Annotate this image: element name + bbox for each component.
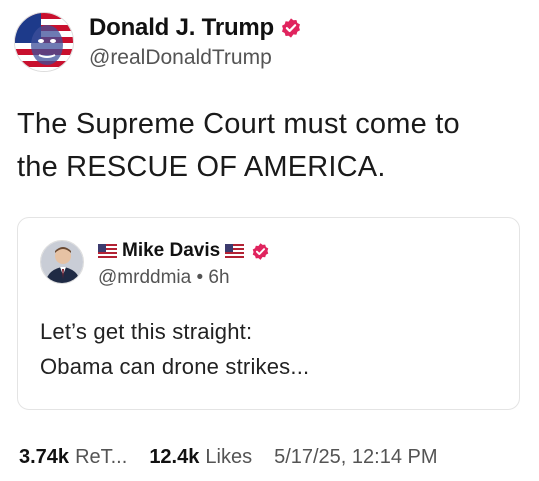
verified-badge-icon xyxy=(280,17,302,39)
post-timestamp[interactable]: 5/17/25, 12:14 PM xyxy=(274,446,437,469)
post-stats: 3.74k ReT... 12.4k Likes 5/17/25, 12:14 … xyxy=(19,446,438,469)
quoted-post-time[interactable]: 6h xyxy=(208,267,229,288)
meta-separator: • xyxy=(196,267,204,288)
user-avatar xyxy=(15,13,73,71)
quoted-text-line: Obama can drone strikes... xyxy=(40,354,310,379)
author-info: Donald J. Trump @realDonaldTrump xyxy=(89,14,302,70)
post-header: Donald J. Trump @realDonaldTrump xyxy=(14,12,302,72)
author-name-row: Donald J. Trump xyxy=(89,14,302,42)
likes-label[interactable]: Likes xyxy=(205,446,252,469)
quoted-author-display-name[interactable]: Mike Davis xyxy=(122,240,220,262)
user-avatar xyxy=(41,241,83,283)
quoted-author-info: Mike Davis @mrddmia • 6h xyxy=(98,240,270,289)
avatar[interactable] xyxy=(14,12,74,72)
post-body: The Supreme Court must come to the RESCU… xyxy=(17,103,522,189)
quoted-post-card[interactable]: Mike Davis @mrddmia • 6h Let’s get this … xyxy=(17,217,520,410)
quoted-post-body: Let’s get this straight: Obama can drone… xyxy=(40,314,309,384)
post-text-line: the RESCUE OF AMERICA. xyxy=(17,151,386,183)
quoted-post-meta: @mrddmia • 6h xyxy=(98,267,270,289)
avatar[interactable] xyxy=(40,240,84,284)
verified-badge-icon xyxy=(251,242,270,261)
quoted-author-handle[interactable]: @mrddmia xyxy=(98,267,191,288)
retruths-label[interactable]: ReT... xyxy=(75,446,127,469)
quoted-author-name-row: Mike Davis xyxy=(98,240,270,262)
quoted-post-header: Mike Davis @mrddmia • 6h xyxy=(40,240,270,289)
post-text-line: The Supreme Court must come to xyxy=(17,108,460,140)
quoted-text-line: Let’s get this straight: xyxy=(40,319,253,344)
retruths-count[interactable]: 3.74k xyxy=(19,446,69,469)
likes-count[interactable]: 12.4k xyxy=(149,446,199,469)
author-handle[interactable]: @realDonaldTrump xyxy=(89,46,302,70)
truth-post: Donald J. Trump @realDonaldTrump The Sup… xyxy=(0,0,539,481)
us-flag-icon xyxy=(225,244,245,258)
author-display-name[interactable]: Donald J. Trump xyxy=(89,14,274,42)
us-flag-icon xyxy=(98,244,117,258)
